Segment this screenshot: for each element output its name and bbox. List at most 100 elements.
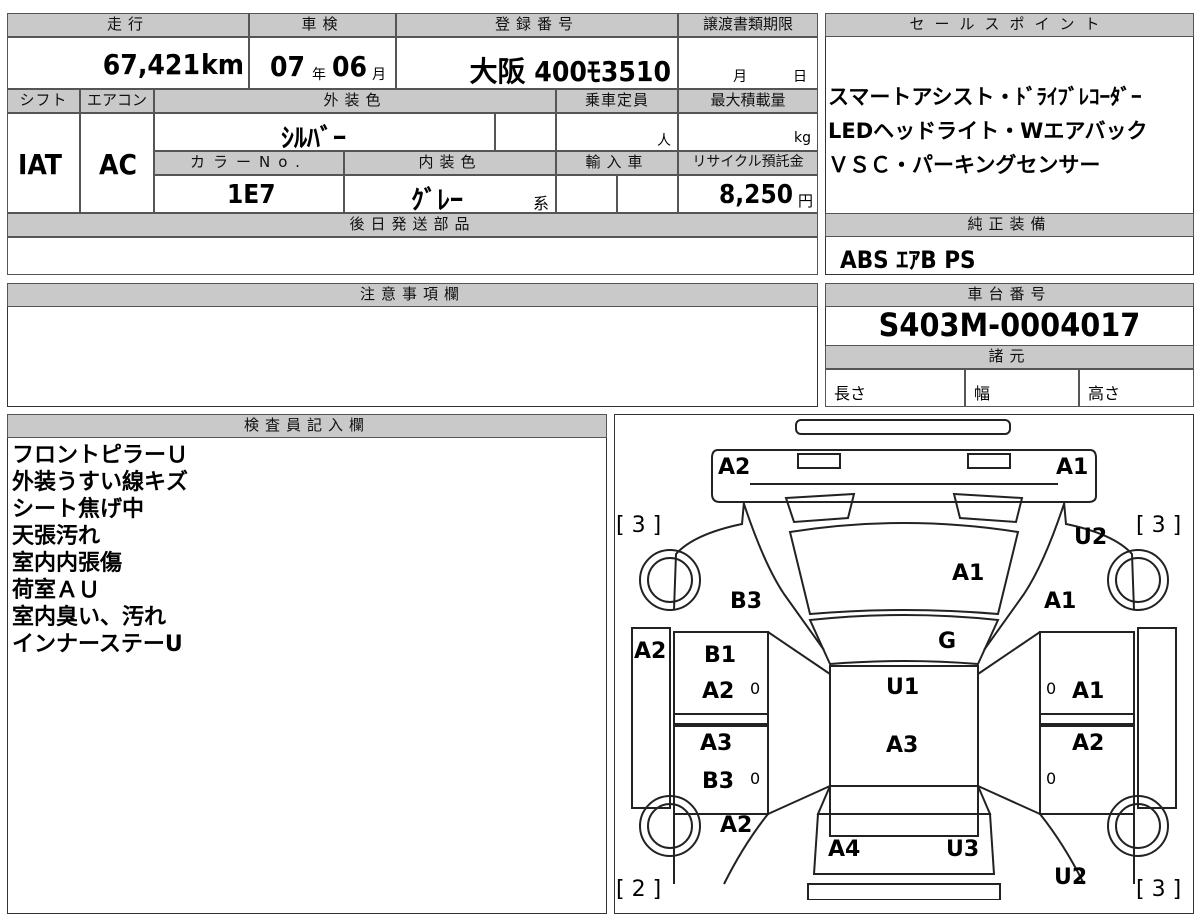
recycle-cell: 8,250 円 [678,175,818,213]
right-front-lamp [952,492,1024,524]
shift-header: シフト [7,89,80,113]
color-no-header: カラーNo. [154,151,344,175]
mark-left-rear-door-2: B3 [702,769,734,794]
import-cell-a [556,175,617,213]
inspector-notes-list: フロントピラーＵ 外装うすい線キズ シート焦げ中 天張汚れ 室内内張傷 荷室ＡＵ… [12,442,602,658]
import-header: 輸入車 [556,151,678,175]
inspector-note-line: 室内内張傷 [12,551,123,576]
spec-length-label: 長さ [834,384,867,403]
inspector-note-line: 外装うすい線キズ [12,470,189,495]
sales-point-line: LEDヘッドライト・Wエアバック [828,119,1148,143]
mark-front-left: A2 [718,455,750,480]
mark-left-pillar: A2 [634,639,666,664]
inspection-header: 車検 [249,13,396,37]
recycle-value: 8,250 [719,180,793,210]
genuine-equipment-header: 純正装備 [825,213,1194,237]
mileage-cell: 67,421 km [7,37,249,89]
max-load-header: 最大積載量 [678,89,818,113]
spec-height-label: 高さ [1088,384,1121,403]
inspection-month-unit: 月 [372,67,386,83]
inspection-year-unit: 年 [312,67,326,83]
car-diagram: A2 A1 [ 3 ] [ 3 ] [ 2 ] [ 3 ] U2 A1 B3 A… [616,419,1181,900]
later-parts-header: 後日発送部品 [7,213,818,237]
mileage-value: 67,421 [102,48,200,81]
mark-bracket-bottom-right: [ 3 ] [1136,877,1181,900]
left-front-lamp [784,492,856,524]
mark-left-rear-fender: A2 [720,813,752,838]
mark-right-rear-door: A2 [1072,731,1104,756]
import-cell-b [617,175,678,213]
interior-color-cell: ｸﾞﾚｰ 系 [344,175,556,216]
ac-cell: AC [80,113,154,213]
color-no-value: 1E7 [227,180,276,210]
transfer-day-unit: 日 [793,69,807,85]
wheel-front-right-inner [1115,557,1161,603]
exterior-color-cell: ｼﾙﾊﾞｰ [154,113,495,154]
inspection-cell: 07 年 06 月 [249,37,396,89]
recycle-unit: 円 [797,192,813,210]
wheel-front-left-inner [647,557,693,603]
mark-bracket-top-right: [ 3 ] [1136,513,1181,538]
later-parts-cell [7,237,818,275]
front-bumper [711,449,1097,503]
mark-left-front-door-2: A2 [702,679,734,704]
notes-header: 注意事項欄 [7,283,818,307]
capacity-header: 乗車定員 [556,89,678,113]
sales-point-line: スマートアシスト・ﾄﾞﾗｲﾌﾞﾚｺｰﾀﾞｰ [828,85,1142,109]
max-load-cell: kg [678,113,818,151]
interior-color-header: 内装色 [344,151,556,175]
shift-cell: IAT [7,113,80,213]
wheel-rear-left-inner [647,803,693,849]
inspector-note-line: インナーステーU [12,632,183,657]
specs-header: 諸元 [825,345,1194,369]
interior-color-value: ｸﾞﾚｰ [411,186,464,216]
registration-header: 登録番号 [396,13,678,37]
inspection-year: 07 [270,50,306,83]
windshield-outline [808,614,1000,666]
capacity-unit: 人 [657,133,671,149]
exterior-color-value: ｼﾙﾊﾞｰ [281,124,347,154]
sales-points-list: スマートアシスト・ﾄﾞﾗｲﾌﾞﾚｺｰﾀﾞｰ LEDヘッドライト・Wエアバック Ｖ… [828,80,1192,182]
left-door-inner [767,631,831,675]
genuine-equipment-value: ABS ｴｱB PS [840,246,976,274]
transfer-month-unit: 月 [733,69,747,85]
chassis-header: 車台番号 [825,283,1194,307]
chassis-value: S403M-0004017 [878,306,1141,344]
mileage-header: 走行 [7,13,249,37]
sales-point-line: ＶＳＣ・パーキングセンサー [828,153,1101,177]
mark-right-front-door: A1 [1072,679,1104,704]
mark-right-rear-door-small: 0 [1046,769,1056,788]
wheel-rear-right-inner [1115,803,1161,849]
mark-left-front-door-1: B1 [704,643,736,668]
mark-roof: U1 [886,675,919,700]
mark-right-front-fender-2: A1 [1044,589,1076,614]
transfer-deadline-cell: 月 日 [678,37,818,89]
spec-height-cell: 高さ [1079,369,1194,407]
inspector-note-line: シート焦げ中 [12,497,145,522]
capacity-cell: 人 [556,113,678,151]
color-no-cell: 1E7 [154,175,344,213]
mark-left-front-door-small: 0 [750,679,760,698]
inspector-note-line: 室内臭い、汚れ [12,605,167,630]
mark-rear-right: U3 [946,837,979,862]
spec-length-cell: 長さ [825,369,965,407]
mark-hood: A1 [952,561,984,586]
spec-width-label: 幅 [974,384,991,403]
mark-right-rear-fender: U2 [1054,865,1087,890]
right-front-door-panel [1039,631,1135,725]
mark-bracket-top-left: [ 3 ] [616,513,661,538]
front-bumper-bar [795,419,1011,435]
inspector-note-line: 天張汚れ [12,524,101,549]
right-headlight [967,453,1011,469]
inspection-month: 06 [332,50,368,83]
registration-value: 大阪 400ﾓ3510 [469,55,671,88]
mark-right-front-door-small: 0 [1046,679,1056,698]
shift-value: IAT [18,148,62,181]
mark-left-front-fender: B3 [730,589,762,614]
spec-width-cell: 幅 [965,369,1079,407]
left-front-fender-line [743,503,825,651]
right-door-inner [977,631,1041,675]
max-load-unit: kg [794,130,811,146]
left-headlight [797,453,841,469]
right-front-fender-line [983,503,1065,651]
